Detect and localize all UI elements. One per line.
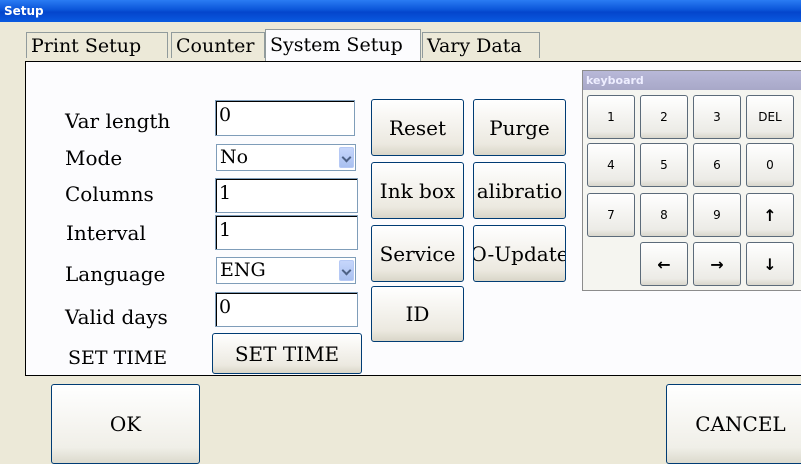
calibration-button[interactable]: alibratio xyxy=(473,162,566,219)
down-arrow-icon[interactable]: ↓ xyxy=(746,242,794,286)
key-3[interactable]: 3 xyxy=(693,95,741,139)
tab-counter[interactable]: Counter xyxy=(171,32,265,58)
language-label: Language xyxy=(65,262,166,286)
key-7[interactable]: 7 xyxy=(587,193,635,237)
purge-button[interactable]: Purge xyxy=(473,99,566,156)
reset-button[interactable]: Reset xyxy=(371,99,464,156)
valid-days-label: Valid days xyxy=(65,305,168,329)
update-button[interactable]: O-Update xyxy=(473,225,566,282)
tab-system-setup[interactable]: System Setup xyxy=(265,29,421,61)
columns-label: Columns xyxy=(65,182,154,206)
key-1[interactable]: 1 xyxy=(587,95,635,139)
tab-vary-data[interactable]: Vary Data xyxy=(422,32,540,58)
key-5[interactable]: 5 xyxy=(640,143,688,187)
key-6[interactable]: 6 xyxy=(693,143,741,187)
cancel-button[interactable]: CANCEL xyxy=(666,384,801,464)
left-arrow-icon[interactable]: ← xyxy=(640,242,688,286)
key-8[interactable]: 8 xyxy=(640,193,688,237)
id-button[interactable]: ID xyxy=(371,286,464,342)
language-value: ENG xyxy=(220,259,266,281)
keyboard-title: keyboard xyxy=(583,71,801,90)
mode-select[interactable]: No xyxy=(216,144,356,171)
window-title: Setup xyxy=(4,4,44,18)
ok-button[interactable]: OK xyxy=(51,384,200,464)
key-2[interactable]: 2 xyxy=(640,95,688,139)
chevron-down-icon[interactable] xyxy=(339,260,354,281)
up-arrow-icon[interactable]: ↑ xyxy=(746,193,794,237)
key-0[interactable]: 0 xyxy=(746,143,794,187)
var-length-field[interactable]: 0 xyxy=(215,100,355,136)
title-bar: Setup xyxy=(0,0,801,22)
interval-field[interactable]: 1 xyxy=(215,215,358,250)
set-time-button[interactable]: SET TIME xyxy=(212,333,362,374)
service-button[interactable]: Service xyxy=(371,225,464,282)
chevron-down-icon[interactable] xyxy=(339,147,354,168)
tab-print-setup[interactable]: Print Setup xyxy=(26,32,168,58)
interval-label: Interval xyxy=(66,221,146,245)
set-time-label: SET TIME xyxy=(68,347,168,369)
columns-field[interactable]: 1 xyxy=(215,178,358,213)
ink-box-button[interactable]: Ink box xyxy=(371,162,464,219)
key-9[interactable]: 9 xyxy=(693,193,741,237)
onscreen-keyboard: keyboard 1 2 3 DEL 4 5 6 0 7 8 9 ↑ ← → ↓ xyxy=(582,70,801,291)
key-4[interactable]: 4 xyxy=(587,143,635,187)
var-length-label: Var length xyxy=(65,109,171,133)
valid-days-field[interactable]: 0 xyxy=(215,292,358,327)
language-select[interactable]: ENG xyxy=(216,257,356,284)
right-arrow-icon[interactable]: → xyxy=(693,242,741,286)
mode-value: No xyxy=(220,146,249,168)
mode-label: Mode xyxy=(65,146,123,170)
key-del[interactable]: DEL xyxy=(746,95,794,139)
